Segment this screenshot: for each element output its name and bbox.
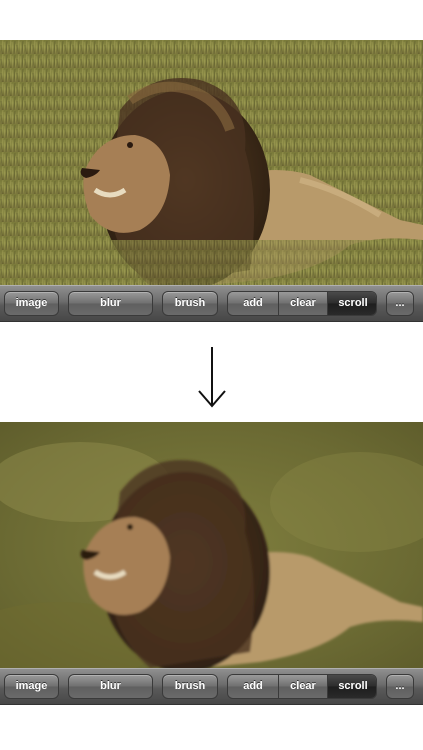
more-button[interactable]: ... [386,291,414,316]
mode-clear[interactable]: clear [279,292,327,315]
bottom-toolbar: image blur brush add clear scroll ... [0,668,423,705]
bottom-photo[interactable] [0,422,423,668]
image-button[interactable]: image [4,291,59,316]
top-toolbar: image blur brush add clear scroll ... [0,285,423,322]
mode-segmented-control: add clear scroll [227,291,377,316]
mode-scroll[interactable]: scroll [328,675,376,698]
mode-scroll[interactable]: scroll [328,292,376,315]
lion-photo-sharp [0,40,423,286]
lion-photo-blurred-background [0,422,423,668]
mode-clear[interactable]: clear [279,675,327,698]
blur-button[interactable]: blur [68,291,153,316]
mode-add[interactable]: add [228,675,278,698]
image-button[interactable]: image [4,674,59,699]
top-photo[interactable] [0,40,423,286]
mode-add[interactable]: add [228,292,278,315]
mode-segmented-control: add clear scroll [227,674,377,699]
brush-button[interactable]: brush [162,291,218,316]
blur-button[interactable]: blur [68,674,153,699]
down-arrow-icon [198,347,226,408]
brush-button[interactable]: brush [162,674,218,699]
more-button[interactable]: ... [386,674,414,699]
